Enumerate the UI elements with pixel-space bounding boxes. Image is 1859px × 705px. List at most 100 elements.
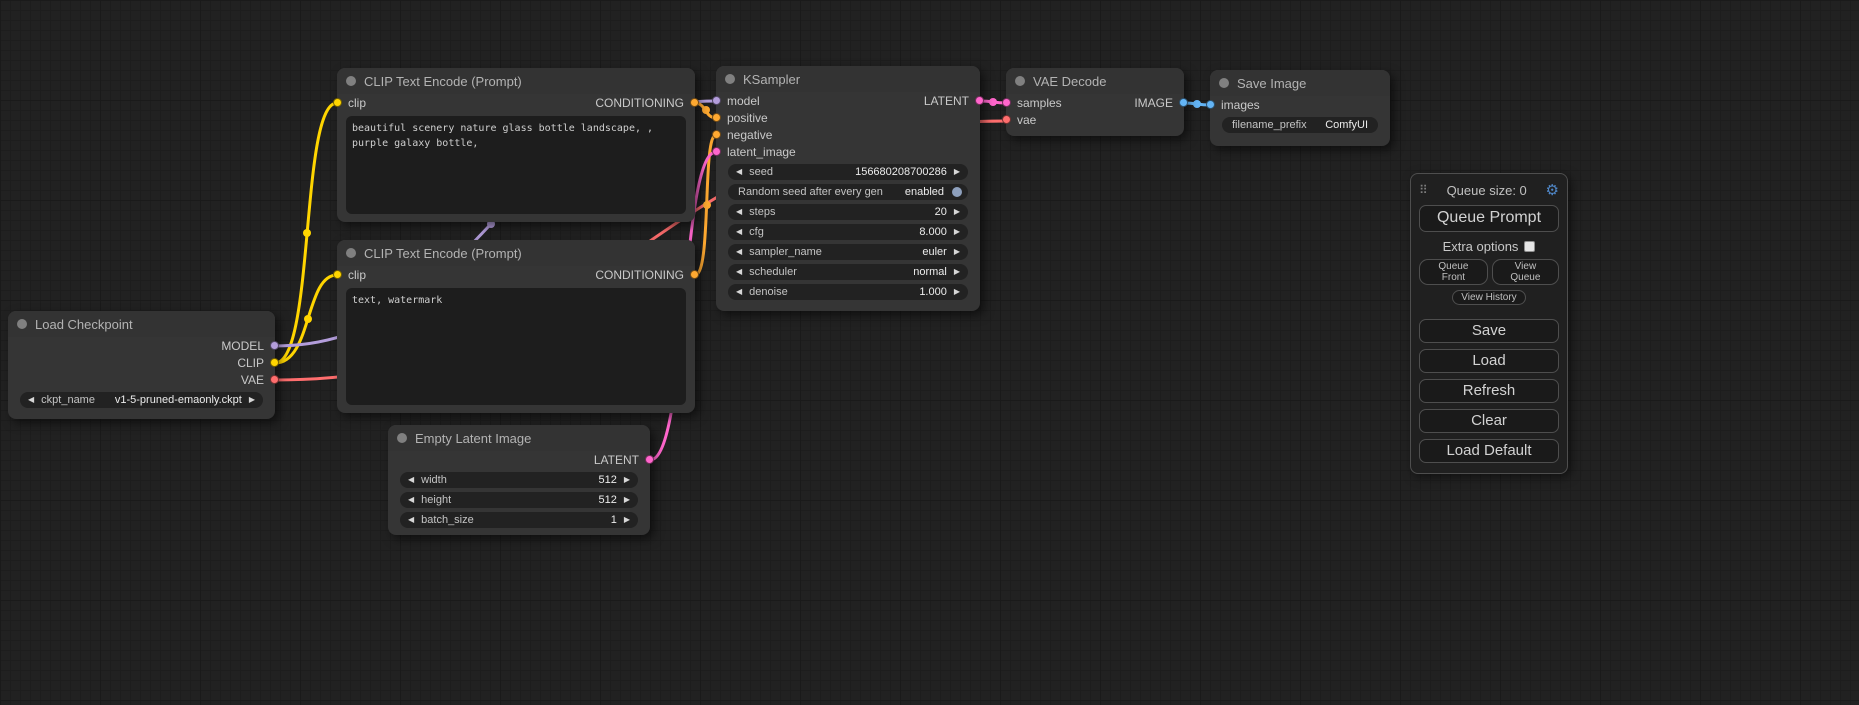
collapse-dot-icon[interactable] bbox=[725, 74, 735, 84]
batch-size-widget[interactable]: ◀ batch_size 1 ▶ bbox=[400, 512, 638, 528]
decrement-arrow-icon[interactable]: ◀ bbox=[408, 516, 414, 524]
widget-name: sampler_name bbox=[749, 246, 822, 258]
image-output-slot[interactable] bbox=[1179, 98, 1188, 107]
node-empty-latent-image[interactable]: Empty Latent Image LATENT ◀ width 512 ▶ … bbox=[388, 425, 650, 535]
node-title: Load Checkpoint bbox=[35, 317, 133, 332]
model-output-slot[interactable] bbox=[270, 341, 279, 350]
increment-arrow-icon[interactable]: ▶ bbox=[954, 288, 960, 296]
menu-header: ⠿ Queue size: 0 ⚙ bbox=[1419, 181, 1559, 199]
negative-input-slot[interactable] bbox=[712, 130, 721, 139]
node-title-bar[interactable]: Load Checkpoint bbox=[8, 311, 275, 337]
vae-input-slot[interactable] bbox=[1002, 115, 1011, 124]
collapse-dot-icon[interactable] bbox=[397, 433, 407, 443]
node-load-checkpoint[interactable]: Load Checkpoint MODEL CLIP VAE ◀ ckpt_na… bbox=[8, 311, 275, 419]
latent-output-slot[interactable] bbox=[645, 455, 654, 464]
widget-name: width bbox=[421, 474, 447, 486]
filename-prefix-widget[interactable]: filename_prefix ComfyUI bbox=[1222, 117, 1378, 133]
node-vae-decode[interactable]: VAE Decode samples IMAGE vae bbox=[1006, 68, 1184, 136]
view-history-button[interactable]: View History bbox=[1452, 290, 1525, 305]
clip-output-slot[interactable] bbox=[270, 358, 279, 367]
node-title: Save Image bbox=[1237, 76, 1306, 91]
collapse-dot-icon[interactable] bbox=[1015, 76, 1025, 86]
clip-input-slot[interactable] bbox=[333, 270, 342, 279]
increment-arrow-icon[interactable]: ▶ bbox=[954, 268, 960, 276]
widget-name: steps bbox=[749, 206, 775, 218]
view-queue-button[interactable]: View Queue bbox=[1492, 259, 1559, 285]
positive-prompt-textarea[interactable]: beautiful scenery nature glass bottle la… bbox=[346, 116, 686, 214]
node-ksampler[interactable]: KSampler model LATENT positive negative … bbox=[716, 66, 980, 311]
refresh-button[interactable]: Refresh bbox=[1419, 379, 1559, 403]
node-clip-text-encode-negative[interactable]: CLIP Text Encode (Prompt) clip CONDITION… bbox=[337, 240, 695, 413]
width-widget[interactable]: ◀ width 512 ▶ bbox=[400, 472, 638, 488]
collapse-dot-icon[interactable] bbox=[346, 76, 356, 86]
node-title-bar[interactable]: Empty Latent Image bbox=[388, 425, 650, 451]
node-title: KSampler bbox=[743, 72, 800, 87]
random-seed-toggle-widget[interactable]: Random seed after every gen enabled bbox=[728, 184, 968, 200]
samples-input-slot[interactable] bbox=[1002, 98, 1011, 107]
cfg-widget[interactable]: ◀ cfg 8.000 ▶ bbox=[728, 224, 968, 240]
drag-handle-icon[interactable]: ⠿ bbox=[1419, 183, 1428, 197]
save-button[interactable]: Save bbox=[1419, 319, 1559, 343]
output-slot-label-latent: LATENT bbox=[924, 94, 969, 108]
settings-gear-icon[interactable]: ⚙ bbox=[1546, 183, 1559, 198]
latent-image-input-slot[interactable] bbox=[712, 147, 721, 156]
negative-prompt-textarea[interactable]: text, watermark bbox=[346, 288, 686, 405]
sampler-name-widget[interactable]: ◀ sampler_name euler ▶ bbox=[728, 244, 968, 260]
load-button[interactable]: Load bbox=[1419, 349, 1559, 373]
node-save-image[interactable]: Save Image images filename_prefix ComfyU… bbox=[1210, 70, 1390, 146]
ckpt-name-widget[interactable]: ◀ ckpt_name v1-5-pruned-emaonly.ckpt ▶ bbox=[20, 392, 263, 408]
increment-arrow-icon[interactable]: ▶ bbox=[624, 476, 630, 484]
node-clip-text-encode-positive[interactable]: CLIP Text Encode (Prompt) clip CONDITION… bbox=[337, 68, 695, 222]
output-slot-label-latent: LATENT bbox=[594, 453, 639, 467]
queue-front-button[interactable]: Queue Front bbox=[1419, 259, 1488, 285]
node-graph-canvas[interactable]: Load Checkpoint MODEL CLIP VAE ◀ ckpt_na… bbox=[0, 0, 1859, 705]
height-widget[interactable]: ◀ height 512 ▶ bbox=[400, 492, 638, 508]
input-slot-label-positive: positive bbox=[727, 111, 768, 125]
collapse-dot-icon[interactable] bbox=[346, 248, 356, 258]
decrement-arrow-icon[interactable]: ◀ bbox=[736, 208, 742, 216]
wire-midpoint-dot bbox=[989, 98, 997, 106]
queue-prompt-button[interactable]: Queue Prompt bbox=[1419, 205, 1559, 232]
node-title-bar[interactable]: CLIP Text Encode (Prompt) bbox=[337, 68, 695, 94]
increment-arrow-icon[interactable]: ▶ bbox=[624, 496, 630, 504]
denoise-widget[interactable]: ◀ denoise 1.000 ▶ bbox=[728, 284, 968, 300]
decrement-arrow-icon[interactable]: ◀ bbox=[736, 268, 742, 276]
decrement-arrow-icon[interactable]: ◀ bbox=[736, 288, 742, 296]
node-title-bar[interactable]: KSampler bbox=[716, 66, 980, 92]
latent-output-slot[interactable] bbox=[975, 96, 984, 105]
node-title-bar[interactable]: VAE Decode bbox=[1006, 68, 1184, 94]
seed-widget[interactable]: ◀ seed 156680208700286 ▶ bbox=[728, 164, 968, 180]
decrement-arrow-icon[interactable]: ◀ bbox=[408, 476, 414, 484]
clip-input-slot[interactable] bbox=[333, 98, 342, 107]
widget-name: Random seed after every gen bbox=[738, 186, 883, 198]
vae-output-slot[interactable] bbox=[270, 375, 279, 384]
node-title-bar[interactable]: Save Image bbox=[1210, 70, 1390, 96]
steps-widget[interactable]: ◀ steps 20 ▶ bbox=[728, 204, 968, 220]
collapse-dot-icon[interactable] bbox=[17, 319, 27, 329]
widget-value: 1.000 bbox=[919, 286, 947, 298]
widget-value: 156680208700286 bbox=[855, 166, 947, 178]
model-input-slot[interactable] bbox=[712, 96, 721, 105]
decrement-arrow-icon[interactable]: ◀ bbox=[736, 228, 742, 236]
increment-arrow-icon[interactable]: ▶ bbox=[954, 208, 960, 216]
scheduler-widget[interactable]: ◀ scheduler normal ▶ bbox=[728, 264, 968, 280]
positive-input-slot[interactable] bbox=[712, 113, 721, 122]
extra-options-checkbox[interactable] bbox=[1524, 241, 1535, 252]
increment-arrow-icon[interactable]: ▶ bbox=[954, 228, 960, 236]
increment-arrow-icon[interactable]: ▶ bbox=[954, 168, 960, 176]
conditioning-output-slot[interactable] bbox=[690, 98, 699, 107]
decrement-arrow-icon[interactable]: ◀ bbox=[28, 396, 34, 404]
node-title-bar[interactable]: CLIP Text Encode (Prompt) bbox=[337, 240, 695, 266]
load-default-button[interactable]: Load Default bbox=[1419, 439, 1559, 463]
images-input-slot[interactable] bbox=[1206, 100, 1215, 109]
toggle-indicator-icon[interactable] bbox=[952, 187, 962, 197]
collapse-dot-icon[interactable] bbox=[1219, 78, 1229, 88]
increment-arrow-icon[interactable]: ▶ bbox=[954, 248, 960, 256]
decrement-arrow-icon[interactable]: ◀ bbox=[408, 496, 414, 504]
clear-button[interactable]: Clear bbox=[1419, 409, 1559, 433]
increment-arrow-icon[interactable]: ▶ bbox=[249, 396, 255, 404]
decrement-arrow-icon[interactable]: ◀ bbox=[736, 248, 742, 256]
decrement-arrow-icon[interactable]: ◀ bbox=[736, 168, 742, 176]
conditioning-output-slot[interactable] bbox=[690, 270, 699, 279]
increment-arrow-icon[interactable]: ▶ bbox=[624, 516, 630, 524]
